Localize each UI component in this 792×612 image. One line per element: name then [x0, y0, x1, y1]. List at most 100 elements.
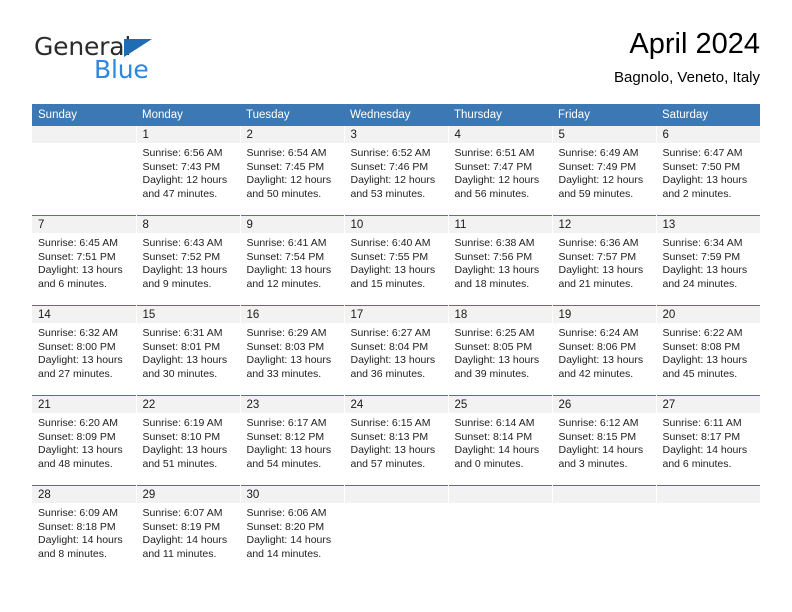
calendar-day-cell[interactable]: 27 Sunrise: 6:11 AM Sunset: 8:17 PM Dayligh… [656, 395, 760, 486]
calendar-cell-inner: 13 Sunrise: 6:34 AM Sunset: 7:59 PM Dayligh… [656, 216, 760, 305]
calendar-cell-inner: 28 Sunrise: 6:09 AM Sunset: 8:18 PM Dayligh… [32, 486, 136, 575]
calendar-day-cell[interactable]: 16 Sunrise: 6:29 AM Sunset: 8:03 PM Dayligh… [240, 305, 345, 396]
calendar-day-cell[interactable]: 14 Sunrise: 6:32 AM Sunset: 8:00 PM Dayligh… [32, 305, 137, 396]
daylight-text-line1: Daylight: 14 hours [246, 534, 332, 547]
calendar-day-cell[interactable]: 12 Sunrise: 6:36 AM Sunset: 7:57 PM Dayligh… [552, 215, 657, 306]
calendar-day-cell[interactable]: 26 Sunrise: 6:12 AM Sunset: 8:15 PM Dayligh… [552, 395, 657, 486]
day-details: Sunrise: 6:24 AM Sunset: 8:06 PM Daylight:… [553, 323, 656, 381]
calendar-day-cell[interactable]: 21 Sunrise: 6:20 AM Sunset: 8:09 PM Dayligh… [32, 395, 137, 486]
sunset-text: Sunset: 8:00 PM [38, 340, 116, 353]
calendar-day-cell[interactable]: 30 Sunrise: 6:06 AM Sunset: 8:20 PM Dayligh… [240, 485, 345, 575]
daylight-text-line1: Daylight: 13 hours [662, 354, 748, 367]
calendar-cell-inner: 17 Sunrise: 6:27 AM Sunset: 8:04 PM Dayligh… [344, 306, 448, 395]
day-details: Sunrise: 6:54 AM Sunset: 7:45 PM Daylight:… [241, 143, 344, 201]
calendar-day-cell[interactable]: 22 Sunrise: 6:19 AM Sunset: 8:10 PM Dayligh… [136, 395, 241, 486]
calendar-empty-cell [656, 485, 760, 575]
daylight-text-line1: Daylight: 13 hours [662, 264, 748, 277]
sunrise-text: Sunrise: 6:47 AM [662, 147, 743, 159]
daylight-text-line1: Daylight: 13 hours [38, 264, 123, 277]
sunset-text: Sunset: 7:46 PM [350, 160, 429, 173]
calendar-day-cell[interactable]: 2 Sunrise: 6:54 AM Sunset: 7:45 PM Daylight… [240, 126, 345, 216]
calendar-day-cell[interactable]: 8 Sunrise: 6:43 AM Sunset: 7:52 PM Daylight… [136, 215, 241, 306]
calendar-day-cell[interactable]: 29 Sunrise: 6:07 AM Sunset: 8:19 PM Dayligh… [136, 485, 241, 575]
sunrise-text: Sunrise: 6:19 AM [142, 417, 223, 429]
calendar-day-cell[interactable]: 11 Sunrise: 6:38 AM Sunset: 7:56 PM Dayligh… [448, 215, 553, 306]
daylight-text-line1: Daylight: 13 hours [142, 354, 228, 367]
daylight-text-line2: and 42 minutes. [558, 367, 634, 380]
day-number: 26 [552, 396, 656, 413]
sunset-text: Sunset: 8:13 PM [350, 430, 429, 443]
calendar-day-cell[interactable]: 6 Sunrise: 6:47 AM Sunset: 7:50 PM Daylight… [656, 126, 760, 216]
day-number: 24 [344, 396, 448, 413]
day-details: Sunrise: 6:41 AM Sunset: 7:54 PM Daylight:… [241, 233, 344, 291]
daylight-text-line2: and 6 minutes. [38, 277, 107, 290]
calendar-cell-inner: 14 Sunrise: 6:32 AM Sunset: 8:00 PM Dayligh… [32, 306, 136, 395]
daylight-text-line1: Daylight: 13 hours [350, 354, 436, 367]
calendar-day-cell[interactable]: 7 Sunrise: 6:45 AM Sunset: 7:51 PM Daylight… [32, 215, 137, 306]
day-details: Sunrise: 6:32 AM Sunset: 8:00 PM Daylight:… [32, 323, 136, 381]
calendar-day-cell[interactable]: 18 Sunrise: 6:25 AM Sunset: 8:05 PM Dayligh… [448, 305, 553, 396]
day-number: 30 [240, 486, 344, 503]
daylight-text-line2: and 6 minutes. [662, 457, 732, 470]
daylight-text-line2: and 15 minutes. [350, 277, 426, 290]
page-title: April 2024 [629, 28, 760, 60]
calendar-day-cell[interactable]: 25 Sunrise: 6:14 AM Sunset: 8:14 PM Dayligh… [448, 395, 553, 486]
weekday-header-thursday: Thursday [448, 104, 552, 126]
sunrise-text: Sunrise: 6:34 AM [662, 237, 743, 249]
calendar-day-cell[interactable]: 19 Sunrise: 6:24 AM Sunset: 8:06 PM Dayligh… [552, 305, 657, 396]
calendar-cell-inner [32, 126, 136, 215]
sunrise-text: Sunrise: 6:17 AM [246, 417, 327, 429]
daylight-text-line2: and 9 minutes. [142, 277, 212, 290]
calendar-day-cell[interactable]: 1 Sunrise: 6:56 AM Sunset: 7:43 PM Daylight… [136, 126, 241, 216]
day-details: Sunrise: 6:40 AM Sunset: 7:55 PM Daylight:… [345, 233, 448, 291]
calendar-day-cell[interactable]: 28 Sunrise: 6:09 AM Sunset: 8:18 PM Dayligh… [32, 485, 137, 575]
weekday-header-tuesday: Tuesday [240, 104, 344, 126]
weekday-header-saturday: Saturday [656, 104, 760, 126]
calendar-week-row: 21 Sunrise: 6:20 AM Sunset: 8:09 PM Dayligh… [32, 395, 760, 486]
day-details: Sunrise: 6:14 AM Sunset: 8:14 PM Daylight:… [449, 413, 552, 471]
calendar-empty-cell [32, 126, 137, 216]
daylight-text-line1: Daylight: 13 hours [38, 444, 123, 457]
calendar-cell-inner: 7 Sunrise: 6:45 AM Sunset: 7:51 PM Daylight… [32, 216, 136, 305]
calendar-week-row: 28 Sunrise: 6:09 AM Sunset: 8:18 PM Dayligh… [32, 485, 760, 575]
calendar-day-cell[interactable]: 4 Sunrise: 6:51 AM Sunset: 7:47 PM Daylight… [448, 126, 553, 216]
day-details: Sunrise: 6:07 AM Sunset: 8:19 PM Daylight:… [137, 503, 240, 561]
day-details: Sunrise: 6:52 AM Sunset: 7:46 PM Daylight:… [345, 143, 448, 201]
sunset-text: Sunset: 7:57 PM [558, 250, 637, 263]
brand-logo[interactable]: General Blue [32, 28, 252, 88]
calendar-cell-inner: 23 Sunrise: 6:17 AM Sunset: 8:12 PM Dayligh… [240, 396, 344, 485]
sunrise-text: Sunrise: 6:25 AM [454, 327, 535, 339]
calendar-day-cell[interactable]: 13 Sunrise: 6:34 AM Sunset: 7:59 PM Dayligh… [656, 215, 760, 306]
sunrise-text: Sunrise: 6:45 AM [38, 237, 118, 249]
daylight-text-line1: Daylight: 13 hours [558, 264, 644, 277]
day-number: 19 [552, 306, 656, 323]
daylight-text-line2: and 50 minutes. [246, 187, 322, 200]
calendar-cell-inner [344, 486, 448, 575]
day-number: 16 [240, 306, 344, 323]
sunset-text: Sunset: 8:20 PM [246, 520, 325, 533]
daylight-text-line2: and 47 minutes. [142, 187, 218, 200]
calendar-day-cell[interactable]: 17 Sunrise: 6:27 AM Sunset: 8:04 PM Dayligh… [344, 305, 449, 396]
calendar-cell-inner [448, 486, 552, 575]
calendar-day-cell[interactable]: 10 Sunrise: 6:40 AM Sunset: 7:55 PM Dayligh… [344, 215, 449, 306]
calendar-day-cell[interactable]: 9 Sunrise: 6:41 AM Sunset: 7:54 PM Daylight… [240, 215, 345, 306]
daylight-text-line1: Daylight: 13 hours [454, 264, 540, 277]
calendar-day-cell[interactable]: 3 Sunrise: 6:52 AM Sunset: 7:46 PM Daylight… [344, 126, 449, 216]
day-number: 25 [448, 396, 552, 413]
calendar-day-cell[interactable]: 20 Sunrise: 6:22 AM Sunset: 8:08 PM Dayligh… [656, 305, 761, 396]
calendar-day-cell[interactable]: 5 Sunrise: 6:49 AM Sunset: 7:49 PM Daylight… [552, 126, 657, 216]
daylight-text-line1: Daylight: 13 hours [350, 264, 436, 277]
calendar-cell-inner [656, 486, 760, 575]
sunset-text: Sunset: 7:59 PM [662, 250, 741, 263]
calendar-cell-inner: 4 Sunrise: 6:51 AM Sunset: 7:47 PM Daylight… [448, 126, 552, 215]
daylight-text-line2: and 21 minutes. [558, 277, 634, 290]
day-details: Sunrise: 6:22 AM Sunset: 8:08 PM Daylight:… [657, 323, 761, 381]
day-details: Sunrise: 6:15 AM Sunset: 8:13 PM Daylight:… [345, 413, 448, 471]
daylight-text-line1: Daylight: 12 hours [454, 174, 540, 187]
calendar-day-cell[interactable]: 15 Sunrise: 6:31 AM Sunset: 8:01 PM Dayligh… [136, 305, 241, 396]
daylight-text-line2: and 8 minutes. [38, 547, 107, 560]
day-details: Sunrise: 6:25 AM Sunset: 8:05 PM Daylight:… [449, 323, 552, 381]
calendar-day-cell[interactable]: 24 Sunrise: 6:15 AM Sunset: 8:13 PM Dayligh… [344, 395, 449, 486]
calendar-day-cell[interactable]: 23 Sunrise: 6:17 AM Sunset: 8:12 PM Dayligh… [240, 395, 345, 486]
day-number: 29 [136, 486, 240, 503]
